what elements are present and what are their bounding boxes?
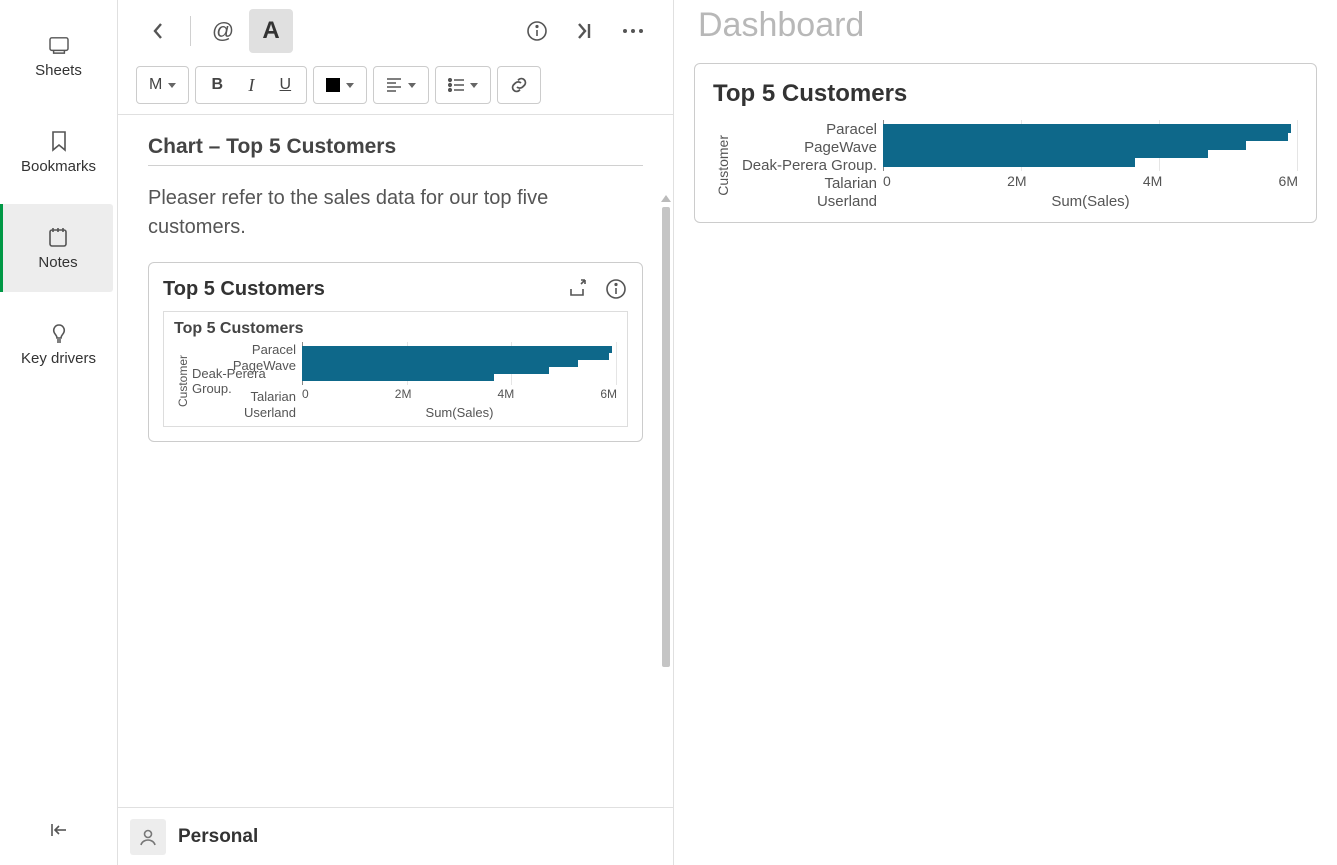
dashboard-panel: Dashboard Top 5 Customers Customer Parac… <box>674 0 1337 865</box>
go-to-end-button[interactable] <box>563 9 607 53</box>
note-document: Chart – Top 5 Customers Pleaser refer to… <box>118 115 673 462</box>
chart-plot-area <box>302 342 617 385</box>
key-drivers-icon <box>48 322 70 344</box>
embedded-chart-card: Top 5 Customers Top 5 Customers Customer <box>148 262 643 442</box>
category-label: Paracel <box>826 120 877 138</box>
color-picker[interactable] <box>318 68 362 102</box>
editor-toolbar-top: @ A <box>118 0 673 62</box>
y-axis-label: Customer <box>174 355 192 407</box>
category-label: Talarian <box>250 389 296 405</box>
bar[interactable] <box>302 360 578 367</box>
x-tick-label: 0 <box>302 387 309 401</box>
bar[interactable] <box>883 124 1291 133</box>
align-picker[interactable] <box>378 68 424 102</box>
bold-button[interactable]: B <box>200 68 234 102</box>
note-body-text[interactable]: Pleaser refer to the sales data for our … <box>148 184 643 242</box>
info-button[interactable] <box>515 9 559 53</box>
heading-style-select[interactable]: M <box>141 68 184 102</box>
category-label: Paracel <box>252 342 296 358</box>
dashboard-chart-title: Top 5 Customers <box>713 80 1298 108</box>
more-options-button[interactable] <box>611 9 655 53</box>
y-axis-label: Customer <box>713 135 733 196</box>
italic-button[interactable]: I <box>234 68 268 102</box>
category-label: PageWave <box>804 138 877 156</box>
x-axis-label: Sum(Sales) <box>302 405 617 420</box>
bar[interactable] <box>302 367 549 374</box>
left-sidebar: Sheets Bookmarks Notes Key drivers <box>0 0 118 865</box>
sidebar-item-bookmarks[interactable]: Bookmarks <box>4 108 113 196</box>
embedded-chart-inner-title: Top 5 Customers <box>174 320 617 338</box>
note-editor-panel: @ A M B I U <box>118 0 674 865</box>
mention-button[interactable]: @ <box>201 9 245 53</box>
x-tick-label: 4M <box>1143 173 1162 189</box>
category-label: Userland <box>244 404 296 420</box>
x-axis-label: Sum(Sales) <box>883 193 1298 210</box>
embedded-chart[interactable]: Top 5 Customers Customer ParacelPageWave… <box>163 311 628 427</box>
toolbar-divider <box>190 16 191 46</box>
scrollbar-up-icon <box>661 195 671 202</box>
sidebar-item-sheets[interactable]: Sheets <box>4 12 113 100</box>
bar[interactable] <box>883 133 1288 142</box>
sidebar-item-label: Notes <box>38 254 77 271</box>
sheets-icon <box>48 34 70 56</box>
underline-button[interactable]: U <box>268 68 302 102</box>
bar[interactable] <box>883 141 1246 150</box>
link-button[interactable] <box>502 68 536 102</box>
y-axis-categories: ParacelPageWaveDeak-Perera Group.Talaria… <box>733 120 883 210</box>
bookmark-icon <box>48 130 70 152</box>
text-format-button[interactable]: A <box>249 9 293 53</box>
sidebar-item-label: Sheets <box>35 62 82 79</box>
sidebar-item-label: Bookmarks <box>21 158 96 175</box>
x-axis-ticks: 0 2M 4M 6M <box>883 173 1298 189</box>
note-section-title: Chart – Top 5 Customers <box>148 135 643 166</box>
y-axis-categories: ParacelPageWaveDeak-Perera Group.Talaria… <box>192 342 302 420</box>
sidebar-item-key-drivers[interactable]: Key drivers <box>4 300 113 388</box>
dashboard-chart[interactable]: Customer ParacelPageWaveDeak-Perera Grou… <box>713 120 1298 210</box>
back-button[interactable] <box>136 9 180 53</box>
note-footer: Personal <box>118 807 673 865</box>
avatar[interactable] <box>130 819 166 855</box>
dashboard-title: Dashboard <box>694 6 1317 45</box>
collapse-sidebar-button[interactable] <box>42 813 76 847</box>
info-icon[interactable] <box>604 277 628 301</box>
notes-icon <box>47 226 69 248</box>
bar[interactable] <box>883 150 1208 159</box>
x-axis-ticks: 0 2M 4M 6M <box>302 387 617 401</box>
x-tick-label: 4M <box>498 387 515 401</box>
dashboard-chart-card: Top 5 Customers Customer ParacelPageWave… <box>694 63 1317 223</box>
embedded-chart-title: Top 5 Customers <box>163 278 325 301</box>
sidebar-item-label: Key drivers <box>21 350 96 367</box>
bar[interactable] <box>302 346 612 353</box>
category-label: Deak-Perera Group. <box>192 373 296 389</box>
bar[interactable] <box>302 374 494 381</box>
note-visibility-label: Personal <box>178 826 258 848</box>
x-tick-label: 2M <box>395 387 412 401</box>
x-tick-label: 6M <box>1279 173 1298 189</box>
list-picker[interactable] <box>440 68 486 102</box>
category-label: Talarian <box>824 174 877 192</box>
bar[interactable] <box>302 353 609 360</box>
bar[interactable] <box>883 158 1135 167</box>
color-swatch-icon <box>326 78 340 92</box>
scrollbar-thumb[interactable] <box>662 207 670 667</box>
x-tick-label: 6M <box>600 387 617 401</box>
scrollbar[interactable] <box>661 195 671 797</box>
category-label: Userland <box>817 192 877 210</box>
category-label: Deak-Perera Group. <box>742 156 877 174</box>
x-tick-label: 2M <box>1007 173 1026 189</box>
editor-toolbar-format: M B I U <box>118 62 673 114</box>
share-icon[interactable] <box>566 277 590 301</box>
chart-plot-area <box>883 120 1298 171</box>
x-tick-label: 0 <box>883 173 891 189</box>
sidebar-item-notes[interactable]: Notes <box>0 204 113 292</box>
